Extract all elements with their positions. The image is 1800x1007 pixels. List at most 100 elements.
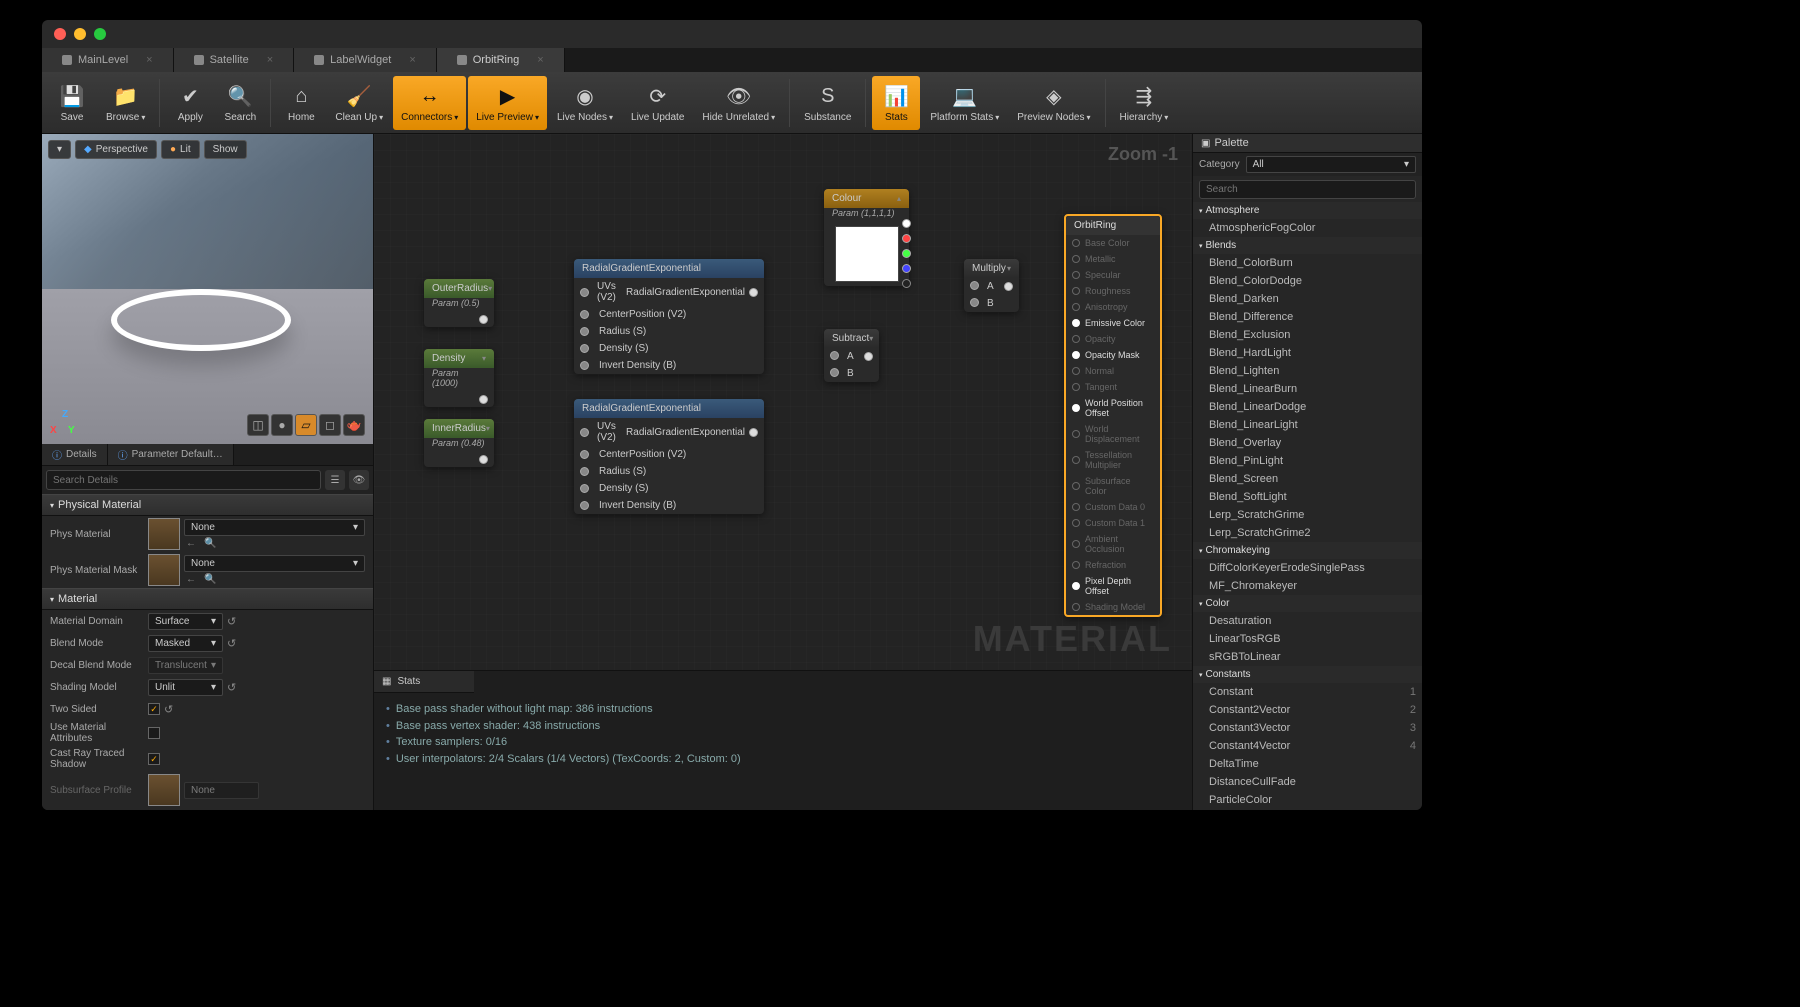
hierarchy-button[interactable]: ⇶Hierarchy▾ bbox=[1112, 76, 1177, 130]
browse-asset-icon[interactable]: 🔍 bbox=[202, 538, 218, 549]
graph-node[interactable]: Subtract▾AB bbox=[824, 329, 879, 382]
section-physical-material[interactable]: Physical Material bbox=[42, 494, 373, 516]
palette-group-constants[interactable]: Constants bbox=[1193, 666, 1422, 683]
viewport-menu-button[interactable]: ▾ bbox=[48, 140, 71, 159]
palette-item[interactable]: Blend_HardLight bbox=[1193, 344, 1422, 362]
home-button[interactable]: ⌂Home bbox=[277, 76, 325, 130]
palette-item[interactable]: sRGBToLinear bbox=[1193, 648, 1422, 666]
palette-item[interactable]: Blend_PinLight bbox=[1193, 452, 1422, 470]
live-update-button[interactable]: ⟳Live Update bbox=[623, 76, 692, 130]
preview-cube-icon[interactable]: ◻ bbox=[319, 414, 341, 436]
detail-tab-0[interactable]: ⓘDetails bbox=[42, 444, 108, 465]
palette-item[interactable]: Blend_LinearBurn bbox=[1193, 380, 1422, 398]
preview-sphere-icon[interactable]: ● bbox=[271, 414, 293, 436]
palette-item[interactable]: DeltaTime bbox=[1193, 755, 1422, 773]
preview-plane-icon[interactable]: ▱ bbox=[295, 414, 317, 436]
palette-item[interactable]: Blend_Overlay bbox=[1193, 434, 1422, 452]
palette-item[interactable]: Lerp_ScratchGrime2 bbox=[1193, 524, 1422, 542]
palette-item[interactable]: Desaturation bbox=[1193, 612, 1422, 630]
palette-group-blends[interactable]: Blends bbox=[1193, 237, 1422, 254]
minimize-icon[interactable] bbox=[74, 28, 86, 40]
apply-button[interactable]: ✔Apply bbox=[166, 76, 214, 130]
tab-orbitring[interactable]: OrbitRing× bbox=[437, 48, 565, 72]
palette-item[interactable]: DistanceCullFade bbox=[1193, 773, 1422, 791]
preview-viewport[interactable]: ▾ ◆Perspective ●Lit Show ZYX ◫ ● ▱ bbox=[42, 134, 373, 444]
palette-item[interactable]: Blend_Lighten bbox=[1193, 362, 1422, 380]
palette-tab[interactable]: Palette bbox=[1193, 134, 1422, 153]
palette-group-chromakeying[interactable]: Chromakeying bbox=[1193, 542, 1422, 559]
stats-button[interactable]: 📊Stats bbox=[872, 76, 920, 130]
tab-mainlevel[interactable]: MainLevel× bbox=[42, 48, 174, 72]
section-material[interactable]: Material bbox=[42, 588, 373, 610]
reset-icon[interactable]: ↺ bbox=[227, 615, 236, 628]
show-button[interactable]: Show bbox=[204, 140, 247, 159]
reset-icon[interactable]: ↺ bbox=[164, 703, 173, 716]
palette-list[interactable]: AtmosphereAtmosphericFogColorBlendsBlend… bbox=[1193, 202, 1422, 810]
palette-item[interactable]: Constant2Vector2 bbox=[1193, 701, 1422, 719]
asset-thumbnail[interactable] bbox=[148, 554, 180, 586]
hide-unrelated-button[interactable]: 👁Hide Unrelated▾ bbox=[694, 76, 783, 130]
lit-button[interactable]: ●Lit bbox=[161, 140, 200, 159]
palette-item[interactable]: DiffColorKeyerErodeSinglePass bbox=[1193, 559, 1422, 577]
asset-dropdown[interactable]: None▾ bbox=[184, 519, 365, 536]
asset-thumbnail[interactable] bbox=[148, 518, 180, 550]
detail-tab-1[interactable]: ⓘParameter Default… bbox=[108, 444, 234, 465]
graph-node[interactable]: Colour▴Param (1,1,1,1) bbox=[824, 189, 909, 286]
cast-ray-traced-shadow-checkbox[interactable] bbox=[148, 753, 160, 765]
browse-button[interactable]: 📁Browse▾ bbox=[98, 76, 153, 130]
palette-item[interactable]: ParticleDirection bbox=[1193, 809, 1422, 810]
palette-item[interactable]: AtmosphericFogColor bbox=[1193, 219, 1422, 237]
material-graph[interactable]: Zoom -1 MATERIAL OuterRadius▾Param (0.5)… bbox=[374, 134, 1192, 670]
palette-item[interactable]: Blend_LinearDodge bbox=[1193, 398, 1422, 416]
palette-item[interactable]: Blend_Exclusion bbox=[1193, 326, 1422, 344]
use-asset-icon[interactable]: ← bbox=[184, 574, 198, 585]
palette-item[interactable]: Lerp_ScratchGrime bbox=[1193, 506, 1422, 524]
titlebar[interactable] bbox=[42, 20, 1422, 48]
search-button[interactable]: 🔍Search bbox=[216, 76, 264, 130]
graph-node[interactable]: OuterRadius▾Param (0.5) bbox=[424, 279, 494, 327]
live-nodes-button[interactable]: ◉Live Nodes▾ bbox=[549, 76, 621, 130]
palette-item[interactable]: Blend_Screen bbox=[1193, 470, 1422, 488]
palette-item[interactable]: Blend_Difference bbox=[1193, 308, 1422, 326]
connectors-button[interactable]: ↔Connectors▾ bbox=[393, 76, 466, 130]
graph-node[interactable]: OrbitRingBase ColorMetallicSpecularRough… bbox=[1064, 214, 1162, 617]
preview-nodes-button[interactable]: ◈Preview Nodes▾ bbox=[1009, 76, 1098, 130]
shading-model-dropdown[interactable]: Unlit▾ bbox=[148, 679, 223, 696]
palette-group-color[interactable]: Color bbox=[1193, 595, 1422, 612]
preview-mesh-icon[interactable]: 🫖 bbox=[343, 414, 365, 436]
clean-up-button[interactable]: 🧹Clean Up▾ bbox=[327, 76, 391, 130]
use-material-attributes-checkbox[interactable] bbox=[148, 727, 160, 739]
use-asset-icon[interactable]: ← bbox=[184, 538, 198, 549]
palette-item[interactable]: ParticleColor bbox=[1193, 791, 1422, 809]
palette-item[interactable]: MF_Chromakeyer bbox=[1193, 577, 1422, 595]
stats-tab[interactable]: ▦Stats bbox=[374, 671, 474, 693]
palette-search-input[interactable] bbox=[1199, 180, 1416, 199]
asset-thumbnail[interactable] bbox=[148, 774, 180, 806]
perspective-button[interactable]: ◆Perspective bbox=[75, 140, 157, 159]
palette-category-dropdown[interactable]: All▾ bbox=[1246, 156, 1416, 173]
graph-node[interactable]: RadialGradientExponentialUVs (V2)RadialG… bbox=[574, 259, 764, 374]
reset-icon[interactable]: ↺ bbox=[227, 681, 236, 694]
palette-item[interactable]: Blend_ColorBurn bbox=[1193, 254, 1422, 272]
graph-node[interactable]: Multiply▾AB bbox=[964, 259, 1019, 312]
search-details-input[interactable] bbox=[46, 470, 321, 490]
details-list-icon[interactable]: ☰ bbox=[325, 470, 345, 490]
platform-stats-button[interactable]: 💻Platform Stats▾ bbox=[922, 76, 1007, 130]
reset-icon[interactable]: ↺ bbox=[227, 637, 236, 650]
maximize-icon[interactable] bbox=[94, 28, 106, 40]
graph-node[interactable]: Density▾Param (1000) bbox=[424, 349, 494, 407]
palette-item[interactable]: LinearTosRGB bbox=[1193, 630, 1422, 648]
graph-node[interactable]: RadialGradientExponentialUVs (V2)RadialG… bbox=[574, 399, 764, 514]
live-preview-button[interactable]: ▶Live Preview▾ bbox=[468, 76, 547, 130]
preview-cylinder-icon[interactable]: ◫ bbox=[247, 414, 269, 436]
palette-item[interactable]: Blend_Darken bbox=[1193, 290, 1422, 308]
palette-item[interactable]: Blend_LinearLight bbox=[1193, 416, 1422, 434]
blend-mode-dropdown[interactable]: Masked▾ bbox=[148, 635, 223, 652]
tab-labelwidget[interactable]: LabelWidget× bbox=[294, 48, 437, 72]
palette-item[interactable]: Blend_SoftLight bbox=[1193, 488, 1422, 506]
tab-satellite[interactable]: Satellite× bbox=[174, 48, 295, 72]
graph-node[interactable]: InnerRadius▾Param (0.48) bbox=[424, 419, 494, 467]
details-eye-icon[interactable]: 👁 bbox=[349, 470, 369, 490]
substance-button[interactable]: SSubstance bbox=[796, 76, 859, 130]
two-sided-checkbox[interactable] bbox=[148, 703, 160, 715]
